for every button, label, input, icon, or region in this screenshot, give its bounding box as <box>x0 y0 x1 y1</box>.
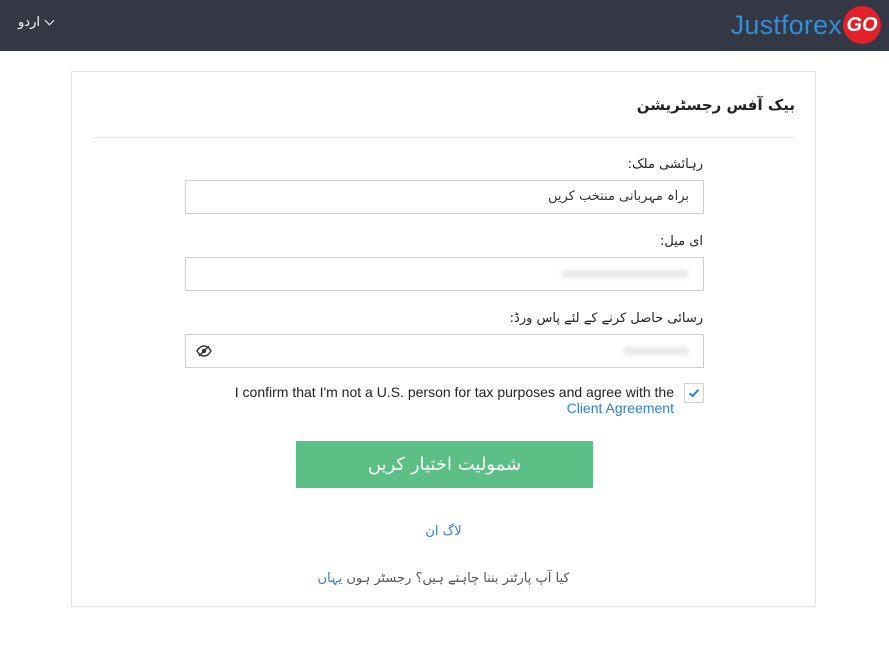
email-field[interactable] <box>185 257 704 291</box>
partner-text: کیا آپ پارٹنر بننا چاہتے ہیں؟ رجسٹر ہوں <box>346 571 570 586</box>
email-value-blurred <box>561 270 689 278</box>
checkmark-icon <box>688 389 700 398</box>
confirm-checkbox[interactable] <box>684 383 704 403</box>
email-label: ای میل: <box>659 234 703 249</box>
password-label: رسائی حاصل کرنے کے لئے پاس ورڈ: <box>509 311 703 326</box>
top-bar: اردو Justforex GO <box>0 0 889 51</box>
client-agreement-link[interactable]: Client Agreement <box>567 400 674 416</box>
tax-confirmation: I confirm that I'm not a U.S. person for… <box>222 383 704 419</box>
logo-badge: GO <box>843 6 881 44</box>
confirm-statement: I confirm that I'm not a U.S. person for… <box>234 384 674 400</box>
logo[interactable]: Justforex GO <box>731 6 881 44</box>
password-field[interactable] <box>185 334 704 368</box>
confirm-text: I confirm that I'm not a U.S. person for… <box>234 384 674 416</box>
country-select[interactable]: براہ مہربانی منتخب کریں <box>185 180 704 214</box>
partner-here-link[interactable]: یہاں <box>317 571 342 586</box>
registration-card: بیک آفس رجسٹریشن رہائشی ملک: براہ مہربان… <box>71 71 816 607</box>
country-select-value: براہ مہربانی منتخب کریں <box>547 189 689 204</box>
eye-slash-icon[interactable] <box>196 345 212 357</box>
country-label: رہائشی ملک: <box>627 157 703 172</box>
page-title: بیک آفس رجسٹریشن <box>636 96 795 114</box>
chevron-down-icon <box>44 15 55 26</box>
divider <box>93 137 794 138</box>
logo-text: Justforex <box>730 9 842 40</box>
login-link[interactable]: لاگ ان <box>72 524 815 539</box>
partner-prompt: کیا آپ پارٹنر بننا چاہتے ہیں؟ رجسٹر ہوں … <box>72 571 815 586</box>
join-button[interactable]: شمولیت اختیار کریں <box>296 441 593 488</box>
language-selector[interactable]: اردو <box>18 15 55 30</box>
password-value-blurred <box>623 347 689 355</box>
language-label: اردو <box>18 15 40 30</box>
